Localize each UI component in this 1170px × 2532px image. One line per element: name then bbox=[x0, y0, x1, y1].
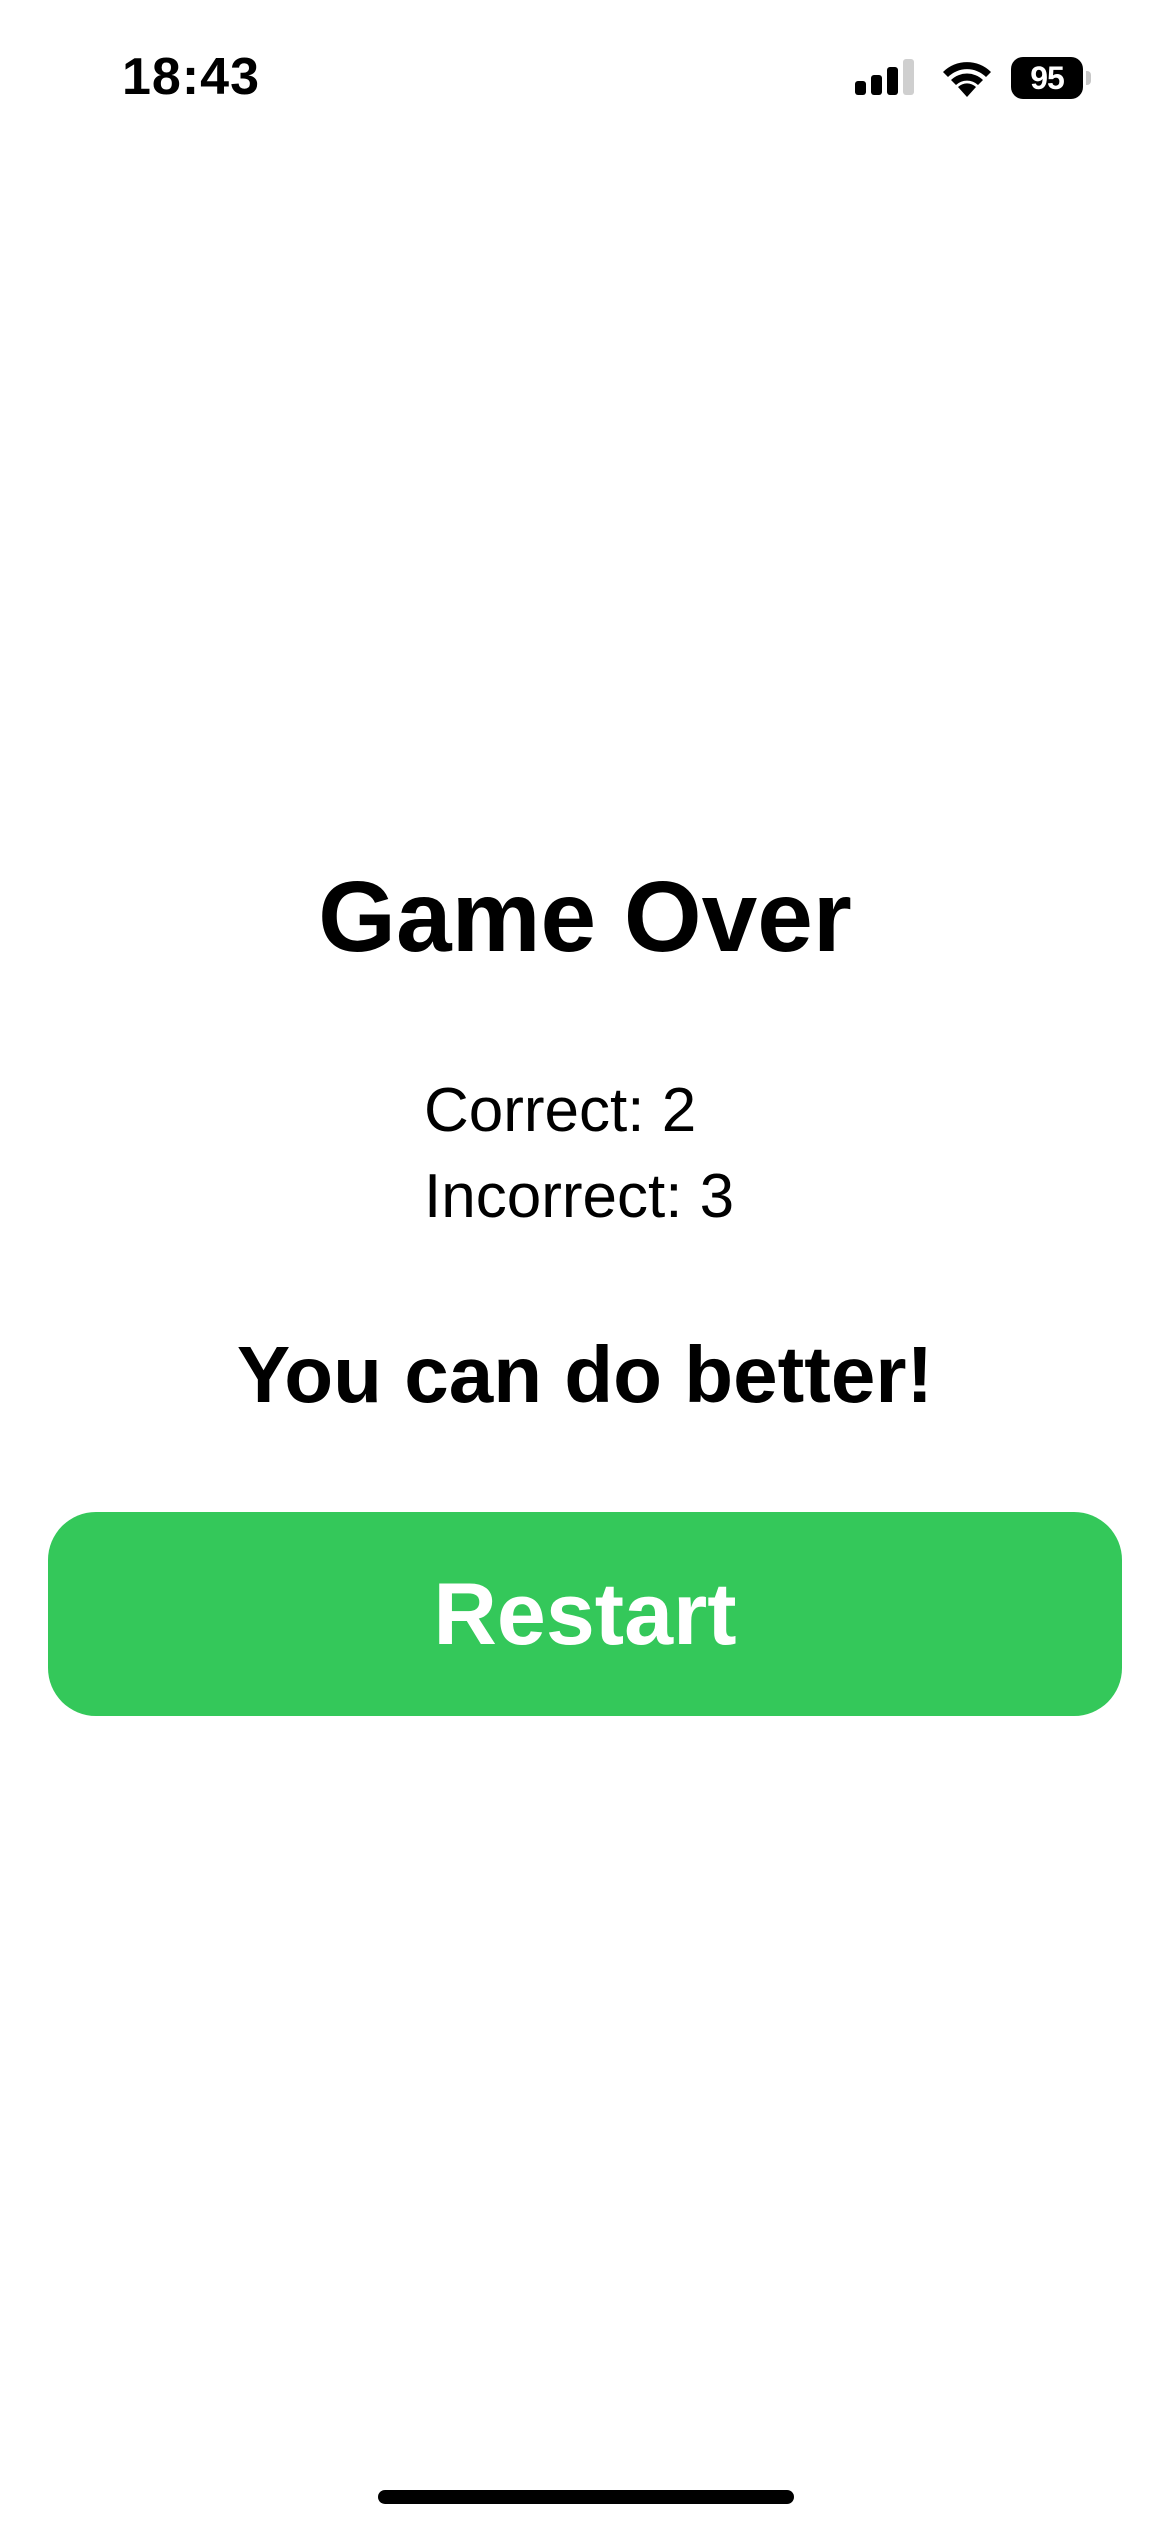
restart-button[interactable]: Restart bbox=[48, 1512, 1122, 1716]
battery-cap bbox=[1086, 71, 1091, 85]
restart-button-label: Restart bbox=[433, 1564, 737, 1663]
battery-body: 95 bbox=[1011, 57, 1083, 99]
battery-level: 95 bbox=[1030, 60, 1065, 96]
score-summary: Correct: 2 Incorrect: 3 bbox=[424, 1068, 734, 1240]
wifi-icon bbox=[943, 62, 991, 97]
status-time: 18:43 bbox=[122, 48, 260, 106]
incorrect-count: Incorrect: 3 bbox=[424, 1162, 735, 1231]
battery-icon: 95 bbox=[1011, 57, 1091, 99]
correct-count: Correct: 2 bbox=[424, 1076, 697, 1145]
game-over-title: Game Over bbox=[318, 861, 852, 973]
cellular-signal-icon bbox=[855, 59, 914, 95]
encouragement-message: You can do better! bbox=[236, 1330, 934, 1419]
home-indicator[interactable] bbox=[378, 2490, 794, 2504]
status-indicators: 95 bbox=[855, 55, 1095, 101]
